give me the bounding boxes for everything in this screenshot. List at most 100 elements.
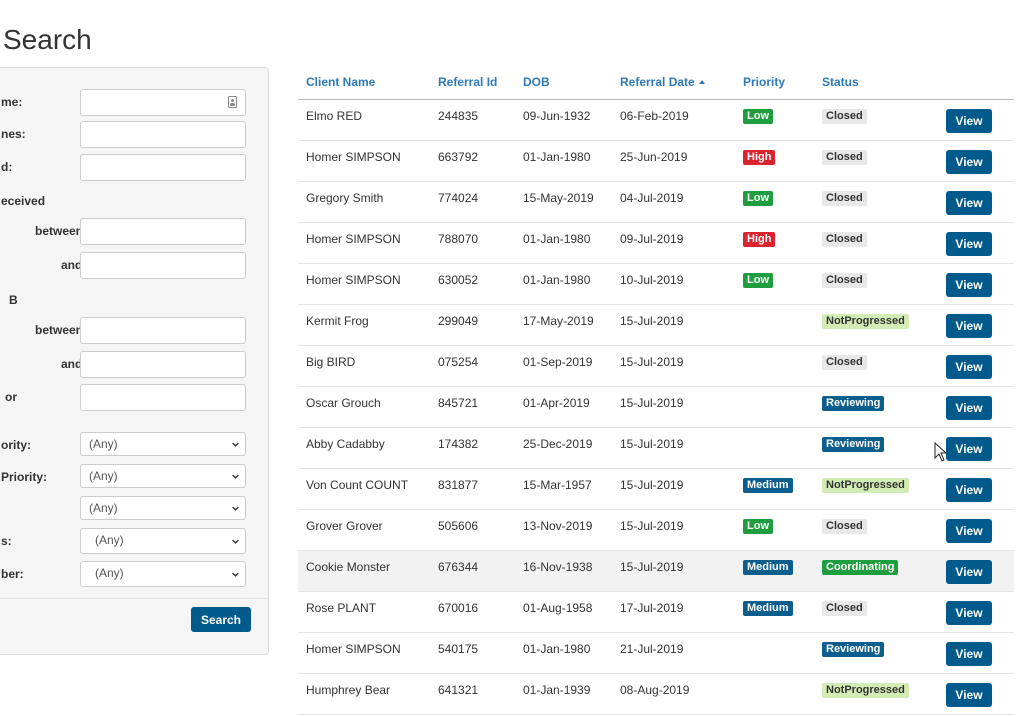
- priority-select-value: (Any): [89, 437, 118, 451]
- referral-id-cell: 676344: [438, 560, 479, 574]
- client-name-cell: Homer SIMPSON: [306, 232, 401, 246]
- client-name-cell: Homer SIMPSON: [306, 273, 401, 287]
- chevron-down-icon: [232, 442, 239, 447]
- referral-date-cell: 15-Jul-2019: [620, 560, 684, 574]
- referral-date-cell: 06-Feb-2019: [620, 109, 689, 123]
- column-header-referral-id[interactable]: Referral Id: [438, 75, 497, 89]
- contact-card-icon[interactable]: [228, 96, 237, 108]
- view-button[interactable]: View: [946, 314, 992, 338]
- table-row: Homer SIMPSON 630052 01-Jan-1980 10-Jul-201…: [298, 264, 1014, 305]
- client-name-cell: Rose PLANT: [306, 601, 377, 615]
- or-label: or: [5, 390, 17, 404]
- referral-id-cell: 505606: [438, 519, 479, 533]
- priority-badge: Low: [743, 191, 773, 206]
- view-button[interactable]: View: [946, 519, 992, 543]
- status-label: s:: [1, 534, 12, 548]
- view-button[interactable]: View: [946, 437, 992, 461]
- view-button[interactable]: View: [946, 396, 992, 420]
- dob-cell: 01-Sep-2019: [523, 355, 593, 369]
- table-row: Humphrey Bear 641321 01-Jan-1939 08-Aug-201…: [298, 674, 1014, 715]
- received-from-date-field[interactable]: [80, 218, 246, 245]
- client-name-cell: Homer SIMPSON: [306, 150, 401, 164]
- received-to-date-field[interactable]: [80, 252, 246, 279]
- client-name-cell: Humphrey Bear: [306, 683, 391, 697]
- number-select[interactable]: (Any): [80, 561, 246, 587]
- client-name-cell: Cookie Monster: [306, 560, 391, 574]
- priority-badge: Medium: [743, 560, 793, 575]
- client-name-cell: Von Count COUNT: [306, 478, 409, 492]
- client-name-cell: Oscar Grouch: [306, 396, 381, 410]
- view-button[interactable]: View: [946, 601, 992, 625]
- chevron-down-icon: [232, 506, 239, 511]
- referral-id-cell: 845721: [438, 396, 479, 410]
- id-label: d:: [1, 160, 13, 174]
- referral-date-cell: 15-Jul-2019: [620, 478, 684, 492]
- referral-id-cell: 663792: [438, 150, 479, 164]
- referral-id-cell: 670016: [438, 601, 479, 615]
- id-field[interactable]: [80, 154, 246, 181]
- dob-cell: 25-Dec-2019: [523, 437, 593, 451]
- table-row: Homer SIMPSON 788070 01-Jan-1980 09-Jul-201…: [298, 223, 1014, 264]
- table-row: Elmo RED 244835 09-Jun-1932 06-Feb-2019 Low C…: [298, 100, 1014, 141]
- table-row: Oscar Grouch 845721 01-Apr-2019 15-Jul-2019…: [298, 387, 1014, 428]
- dob-cell: 01-Jan-1980: [523, 273, 591, 287]
- column-header-dob[interactable]: DOB: [523, 75, 550, 89]
- client-name-cell: Homer SIMPSON: [306, 642, 401, 656]
- table-row: Kermit Frog 299049 17-May-2019 15-Jul-2019 N…: [298, 305, 1014, 346]
- column-header-priority[interactable]: Priority: [743, 75, 785, 89]
- number-label: ber:: [1, 567, 24, 581]
- search-button[interactable]: Search: [191, 607, 251, 632]
- referral-id-cell: 299049: [438, 314, 479, 328]
- priority-badge: Medium: [743, 478, 793, 493]
- referral-date-cell: 25-Jun-2019: [620, 150, 688, 164]
- sort-ascending-icon: [698, 80, 705, 84]
- referral-id-cell: 174382: [438, 437, 479, 451]
- view-button[interactable]: View: [946, 191, 992, 215]
- client-name-cell: Abby Cadabby: [306, 437, 385, 451]
- column-header-status[interactable]: Status: [822, 75, 859, 89]
- client-name-cell: Elmo RED: [306, 109, 363, 123]
- dob-cell: 15-Mar-1957: [523, 478, 592, 492]
- received-section-label: eceived: [1, 194, 46, 208]
- status-badge: Closed: [822, 601, 867, 616]
- view-button[interactable]: View: [946, 150, 992, 174]
- view-button[interactable]: View: [946, 232, 992, 256]
- status-badge: NotProgressed: [822, 478, 909, 493]
- status-badge: Closed: [822, 273, 867, 288]
- table-row: Homer SIMPSON 663792 01-Jan-1980 25-Jun-201…: [298, 141, 1014, 182]
- client-name-cell: Grover Grover: [306, 519, 383, 533]
- panel-divider: [0, 598, 268, 599]
- other-names-field[interactable]: [80, 121, 246, 148]
- view-button[interactable]: View: [946, 109, 992, 133]
- view-button[interactable]: View: [946, 560, 992, 584]
- table-row: Rose PLANT 670016 01-Aug-1958 17-Jul-2019 Me…: [298, 592, 1014, 633]
- column-header-referral-date[interactable]: Referral Date: [620, 75, 705, 89]
- view-button[interactable]: View: [946, 355, 992, 379]
- dob-from-date-field[interactable]: [80, 317, 246, 344]
- or-field[interactable]: [80, 384, 246, 411]
- name-field[interactable]: [80, 89, 246, 116]
- dob-section-label: B: [9, 293, 18, 307]
- priority2-select-value: (Any): [89, 469, 118, 483]
- referral-id-cell: 540175: [438, 642, 479, 656]
- priority2-select[interactable]: (Any): [80, 464, 246, 488]
- table-row: Grover Grover 505606 13-Nov-2019 15-Jul-201…: [298, 510, 1014, 551]
- view-button[interactable]: View: [946, 642, 992, 666]
- dob-to-date-field[interactable]: [80, 351, 246, 378]
- table-body: Elmo RED 244835 09-Jun-1932 06-Feb-2019 Low C…: [298, 100, 1014, 715]
- status-badge: Closed: [822, 232, 867, 247]
- table-row: Cookie Monster 676344 16-Nov-1938 15-Jul-20…: [298, 551, 1014, 592]
- column-header-client-name[interactable]: Client Name: [306, 75, 375, 89]
- view-button[interactable]: View: [946, 273, 992, 297]
- priority-badge: Medium: [743, 601, 793, 616]
- view-button[interactable]: View: [946, 478, 992, 502]
- referral-date-cell: 08-Aug-2019: [620, 683, 690, 697]
- referral-date-cell: 17-Jul-2019: [620, 601, 684, 615]
- priority-select[interactable]: (Any): [80, 432, 246, 456]
- referral-date-cell: 15-Jul-2019: [620, 437, 684, 451]
- third-select-value: (Any): [89, 501, 118, 515]
- referral-id-cell: 075254: [438, 355, 479, 369]
- view-button[interactable]: View: [946, 683, 992, 707]
- status-select[interactable]: (Any): [80, 528, 246, 554]
- third-select[interactable]: (Any): [80, 496, 246, 520]
